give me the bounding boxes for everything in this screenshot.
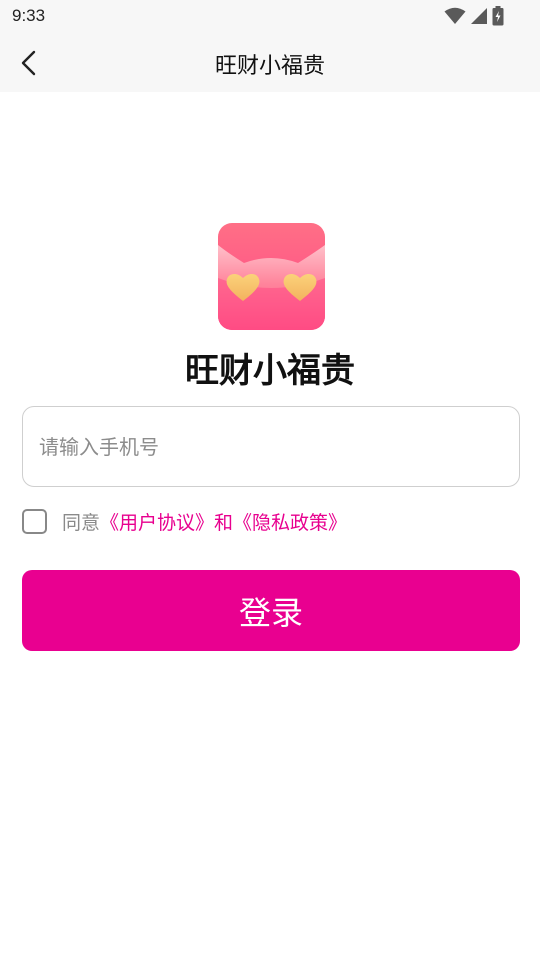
battery-icon — [492, 6, 504, 26]
user-agreement-link[interactable]: 《用户协议》 — [100, 508, 214, 535]
status-time: 9:33 — [12, 6, 46, 25]
privacy-policy-link[interactable]: 《隐私政策》 — [233, 508, 347, 535]
agree-and-text: 和 — [214, 511, 234, 534]
cell-signal-icon — [471, 8, 487, 24]
phone-input[interactable] — [22, 406, 520, 487]
wifi-icon — [444, 7, 466, 24]
nav-bar: 旺财小福贵 — [0, 34, 540, 92]
page-title: 旺财小福贵 — [214, 54, 325, 79]
app-logo-icon — [218, 223, 325, 330]
agreement-row: 同意 《用户协议》 和 《隐私政策》 — [22, 508, 347, 534]
login-button[interactable]: 登录 — [22, 570, 520, 651]
status-bar: 9:33 — [0, 0, 540, 34]
agree-checkbox[interactable] — [22, 508, 47, 534]
app-name: 旺财小福贵 — [185, 351, 355, 391]
agree-prefix: 同意 — [62, 511, 101, 534]
status-icons — [444, 6, 504, 26]
